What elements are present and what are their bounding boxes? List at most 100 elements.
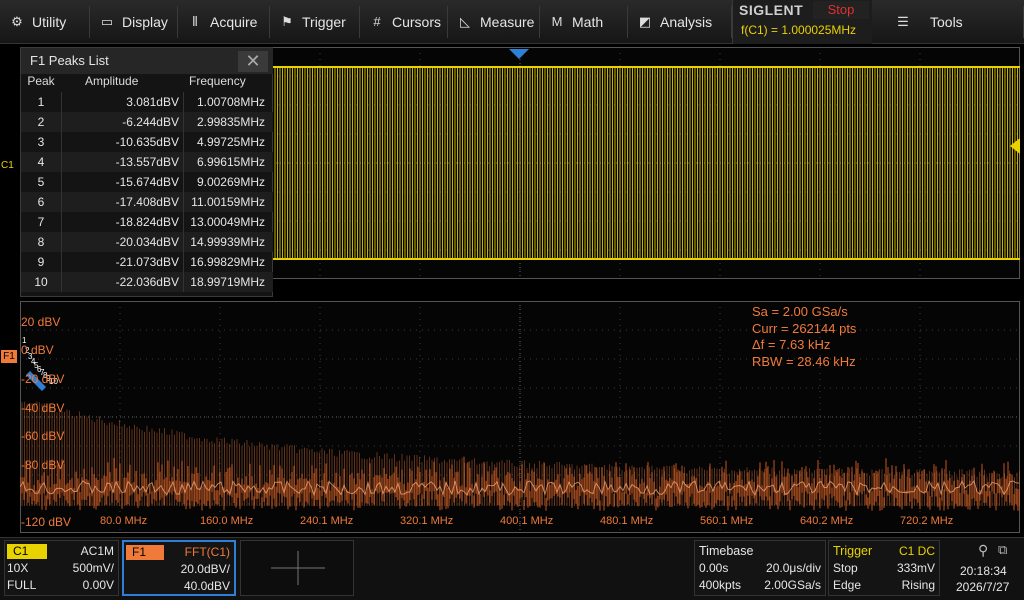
gear-icon: ⚙ [11,14,23,29]
ch1-coupling: AC1M [80,544,114,558]
menu-tools[interactable]: ☰ Tools [882,0,1024,44]
peak-frequency: 9.00269MHz [183,172,265,192]
peak-row[interactable]: 9 -21.073dBV 16.99829MHz [21,252,273,272]
fft-delta-f: Δf = 7.63 kHz [752,337,831,352]
fft-spectrum: 12345678910 [20,301,1020,533]
menu-label: Utility [32,14,67,30]
peak-peak: 9 [37,255,45,269]
peak-amplitude: -13.557dBV [61,152,179,172]
peak-amplitude: -18.824dBV [61,212,179,232]
trigger-position-marker[interactable] [509,49,529,61]
peak-frequency: 11.00159MHz [183,192,265,212]
trigger-level-marker[interactable] [1010,138,1020,154]
peak-row[interactable]: 7 -18.824dBV 13.00049MHz [21,212,273,232]
menu-acquire[interactable]: ⫴ Acquire [178,0,270,44]
peaks-list-panel[interactable]: F1 Peaks List ✕ Peak Amplitude Frequency… [20,47,273,297]
menu-trigger[interactable]: ⚑ Trigger [270,0,360,44]
peak-frequency: 1.00708MHz [183,92,265,112]
brand-logo: SIGLENT [739,2,804,18]
fft-ylabel: -80 dBV [21,458,65,472]
trigger-slope: Rising [901,578,935,592]
ch1-info-box[interactable]: C1 AC1M 10X 500mV/ FULL 0.00V [4,540,119,596]
fft-ylabel: -60 dBV [21,429,65,443]
peak-row[interactable]: 10 -22.036dBV 18.99719MHz [21,272,273,292]
menu-measure[interactable]: ◺ Measure [448,0,540,44]
f1-marker[interactable]: F1 [1,350,17,363]
menu-label: Measure [480,14,535,30]
clock-date: 2026/7/27 [956,580,1010,594]
clock-time: 20:18:34 [960,564,1007,578]
fft-noise-floor [20,456,1020,511]
acquire-icon: ⫴ [192,14,198,29]
peak-peak: 10 [34,275,48,289]
peaks-table-header: Peak Amplitude Frequency [21,74,273,92]
f1-tag: F1 [126,545,164,560]
menu-display[interactable]: ▭ Display [90,0,178,44]
peak-peak: 1 [37,95,45,109]
peak-row[interactable]: 2 -6.244dBV 2.99835MHz [21,112,273,132]
menu-cursors[interactable]: # Cursors [360,0,448,44]
usb-icon: ⚲ [978,542,989,558]
menu-utility[interactable]: ⚙ Utility [0,0,90,44]
f1-info-box[interactable]: F1 FFT(C1) 20.0dBV/ 40.0dBV [122,540,236,596]
peak-frequency: 4.99725MHz [183,132,265,152]
ch1-scale: 500mV/ [72,561,114,575]
fft-xlabel: 720.2 MHz [900,515,954,527]
add-channel-box[interactable] [240,540,354,596]
peak-row[interactable]: 6 -17.408dBV 11.00159MHz [21,192,273,212]
peaks-list-title: F1 Peaks List [21,48,273,74]
trigger-level: 333mV [896,561,935,575]
menu-label: Trigger [302,14,346,30]
menu-label: Tools [930,14,963,30]
menu-bar: ⚙ Utility ▭ Display ⫴ Acquire ⚑ Trigger # Cur… [0,0,1024,44]
network-icon: ⧉ [998,542,1008,557]
timebase-box[interactable]: Timebase 0.00s 20.0μs/div 400kpts 2.00GS… [694,540,826,596]
menu-analysis[interactable]: ◩ Analysis [628,0,732,44]
peak-amplitude: -10.635dBV [61,132,179,152]
fft-xlabel: 320.1 MHz [400,515,454,527]
status-clock-area[interactable]: ⚲ ⧉ 20:18:34 2026/7/27 [944,540,1022,596]
peak-amplitude: -6.244dBV [61,112,179,132]
trigger-box[interactable]: Trigger C1 DC Stop 333mV Edge Rising [828,540,940,596]
fft-ylabel: 0 dBV [21,343,54,357]
peak-row[interactable]: 8 -20.034dBV 14.99939MHz [21,232,273,252]
timebase-delay: 0.00s [699,561,729,575]
peak-row[interactable]: 5 -15.674dBV 9.00269MHz [21,172,273,192]
trigger-type: Edge [833,578,862,592]
fft-xlabel: 480.1 MHz [600,515,654,527]
fft-ylabel: -20 dBV [21,372,65,386]
peak-peak: 5 [37,175,45,189]
ch1-marker[interactable]: C1 [1,160,14,171]
timebase-sample-rate: 2.00GSa/s [764,578,821,592]
peak-row[interactable]: 3 -10.635dBV 4.99725MHz [21,132,273,152]
run-status[interactable]: Stop [813,1,869,19]
fft-info: Sa = 2.00 GSa/s Curr = 262144 pts Δf = 7… [752,304,856,370]
fft-xlabel: 560.1 MHz [700,515,754,527]
peak-amplitude: -17.408dBV [61,192,179,212]
add-icon [271,551,325,585]
peak-row[interactable]: 4 -13.557dBV 6.99615MHz [21,152,273,172]
fft-xlabel: 400.1 MHz [500,515,554,527]
frequency-header: Frequency [189,74,246,88]
brand-panel: SIGLENT Stop f(C1) = 1.000025MHz [732,0,872,44]
timebase-scale: 20.0μs/div [766,561,821,575]
peak-amplitude: 3.081dBV [61,92,179,112]
peak-amplitude: -15.674dBV [61,172,179,192]
flag-icon: ⚑ [281,14,293,29]
fft-sample-rate: Sa = 2.00 GSa/s [752,304,848,319]
menu-math[interactable]: M Math [540,0,628,44]
peak-peak: 4 [37,155,45,169]
menu-label: Display [122,14,168,30]
ch1-bandwidth: FULL [7,578,37,592]
f1-function: FFT(C1) [184,545,230,559]
f1-scale: 20.0dBV/ [180,562,230,576]
peak-frequency: 13.00049MHz [183,212,265,232]
fft-waveform-grid[interactable]: 1 2 3 4 5 6 7 8 9 10 [20,301,1020,533]
menu-label: Cursors [392,14,442,30]
peak-row[interactable]: 1 3.081dBV 1.00708MHz [21,92,273,112]
cursor-hash-icon: # [373,14,381,29]
peak-amplitude: -22.036dBV [61,272,179,292]
peak-frequency: 18.99719MHz [183,272,265,292]
close-button[interactable]: ✕ [238,51,268,72]
close-icon: ✕ [245,51,261,71]
